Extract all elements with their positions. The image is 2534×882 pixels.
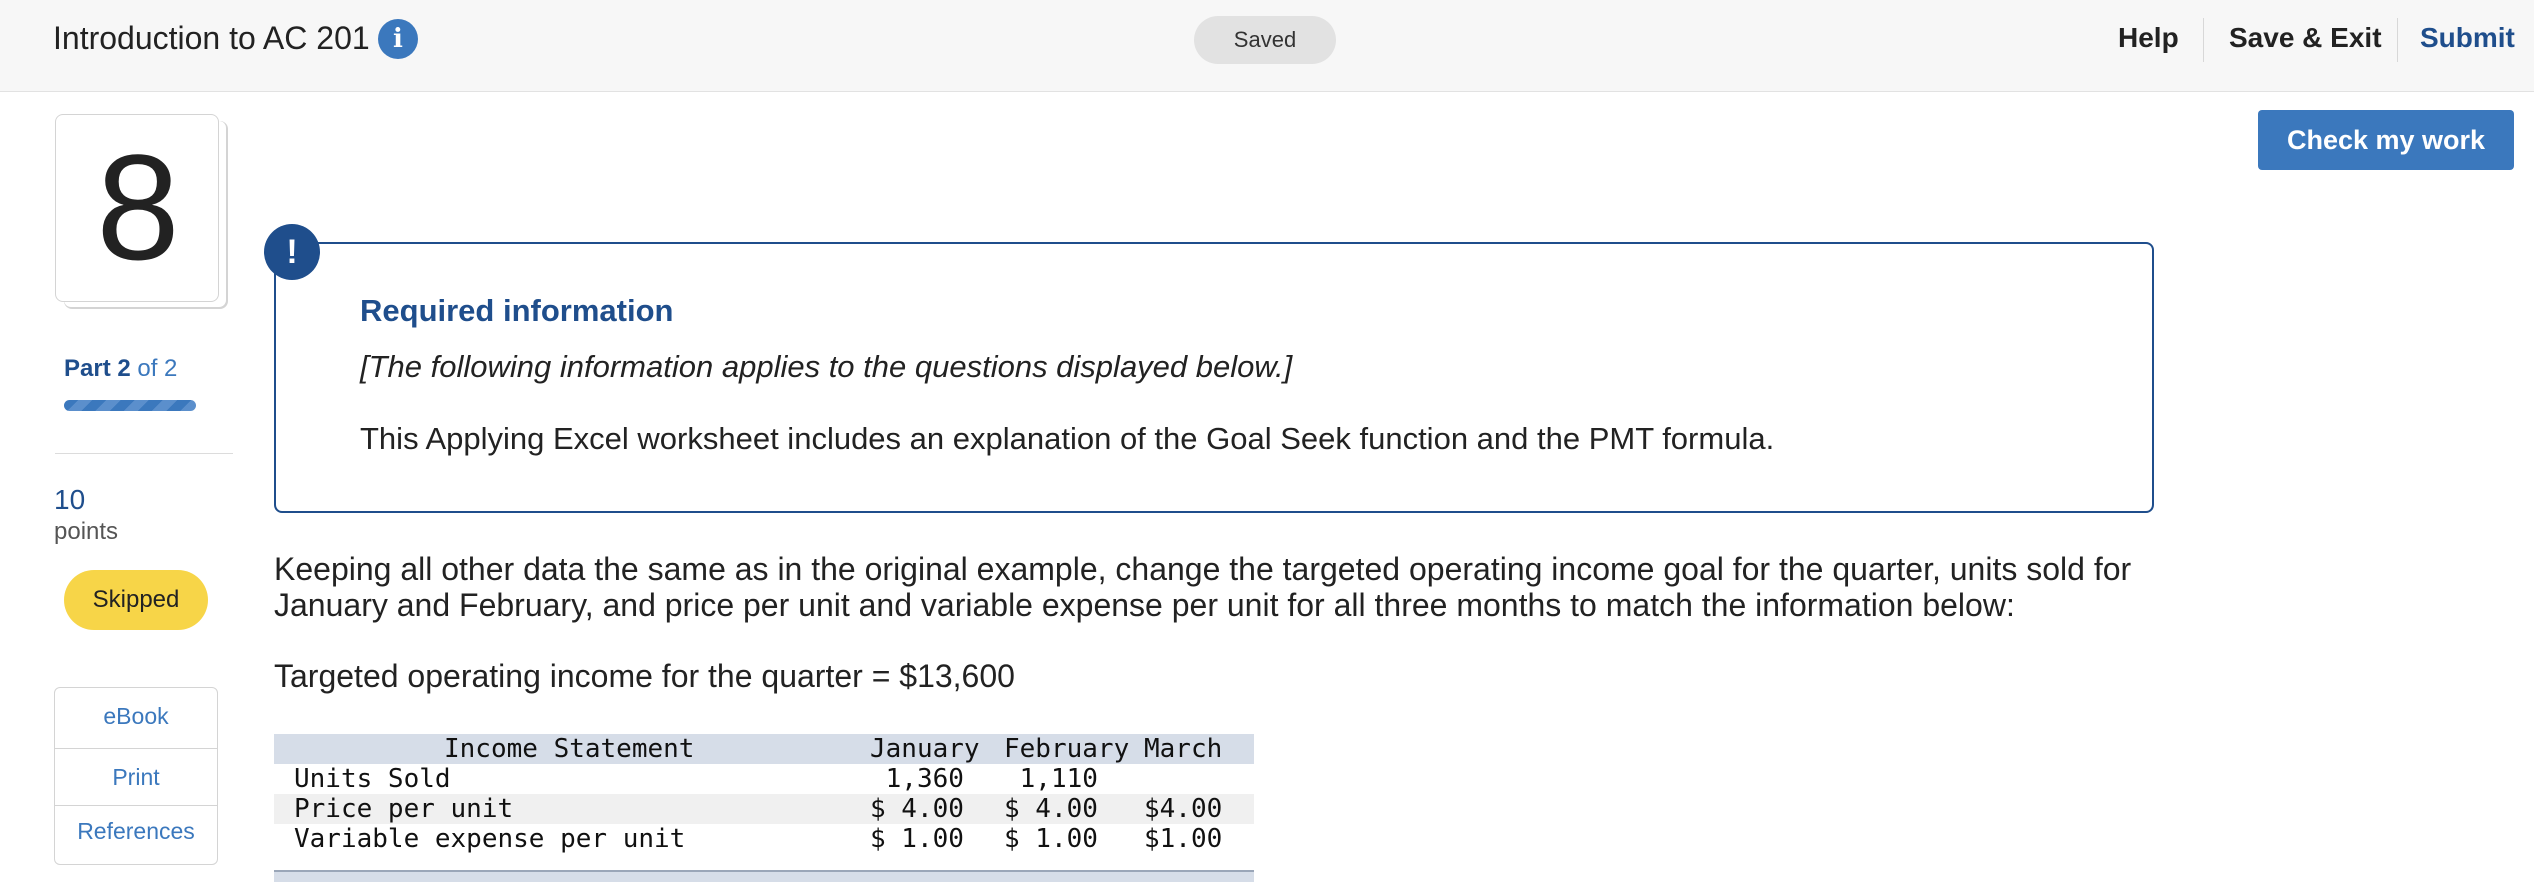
points-label: points: [54, 518, 119, 545]
print-link[interactable]: Print: [55, 764, 217, 791]
saved-status-badge: Saved: [1194, 16, 1336, 64]
alert-icon: !: [264, 224, 320, 280]
info-icon[interactable]: i: [378, 19, 418, 59]
required-info-note: [The following information applies to th…: [360, 349, 1293, 384]
part-progress-bar: [64, 400, 196, 411]
table-row: Price per unit $ 4.00 $ 4.00 $4.00: [274, 794, 1254, 824]
cell-january: 1,360: [870, 764, 964, 794]
target-income-line: Targeted operating income for the quarte…: [274, 658, 1015, 694]
question-text: Keeping all other data the same as in th…: [274, 551, 2132, 623]
required-info-title: Required information: [360, 293, 674, 328]
header-cell-march: March: [1144, 734, 1223, 764]
required-info-body: This Applying Excel worksheet includes a…: [360, 421, 1775, 456]
cell-march: $1.00: [1144, 824, 1223, 854]
nav-divider: [2203, 18, 2204, 62]
part-current: Part 2: [64, 355, 131, 382]
header-cell-february: February: [1004, 734, 1130, 764]
check-my-work-button[interactable]: Check my work: [2258, 110, 2514, 170]
top-bar: Introduction to AC 201 i Saved Help Save…: [0, 0, 2534, 92]
row-label: Variable expense per unit: [294, 824, 686, 854]
part-indicator: Part 2 of 2: [64, 355, 177, 383]
sidebar-divider: [55, 453, 233, 454]
nav-divider: [2397, 18, 2398, 62]
table-header-row: Income Statement January February March: [274, 734, 1254, 764]
ebook-link[interactable]: eBook: [55, 703, 217, 730]
part-total: of 2: [130, 355, 178, 382]
resources-divider: [55, 805, 217, 806]
resources-divider: [55, 748, 217, 749]
table-row: Variable expense per unit $ 1.00 $ 1.00 …: [274, 824, 1254, 854]
cell-january: $ 1.00: [870, 824, 964, 854]
cell-february: 1,110: [1004, 764, 1098, 794]
header-cell-january: January: [870, 734, 980, 764]
cell-february: $ 1.00: [1004, 824, 1098, 854]
header-cell-label: Income Statement: [444, 734, 695, 764]
row-label: Units Sold: [294, 764, 451, 794]
submit-link[interactable]: Submit: [2420, 22, 2515, 54]
cell-february: $ 4.00: [1004, 794, 1098, 824]
points-value: 10: [54, 484, 86, 515]
cell-march: $4.00: [1144, 794, 1223, 824]
references-link[interactable]: References: [55, 818, 217, 845]
table-row: Units Sold 1,360 1,110: [274, 764, 1254, 794]
save-exit-link[interactable]: Save & Exit: [2229, 22, 2382, 54]
cell-january: $ 4.00: [870, 794, 964, 824]
question-number-card: 8: [55, 114, 219, 302]
row-label: Price per unit: [294, 794, 514, 824]
help-link[interactable]: Help: [2118, 22, 2179, 54]
table-footer-band: [274, 870, 1254, 882]
resources-panel: eBook Print References: [54, 687, 218, 865]
income-statement-table: Income Statement January February March …: [274, 734, 1254, 854]
skipped-badge: Skipped: [64, 570, 208, 630]
question-number: 8: [96, 123, 180, 291]
course-title: Introduction to AC 201: [53, 20, 370, 56]
